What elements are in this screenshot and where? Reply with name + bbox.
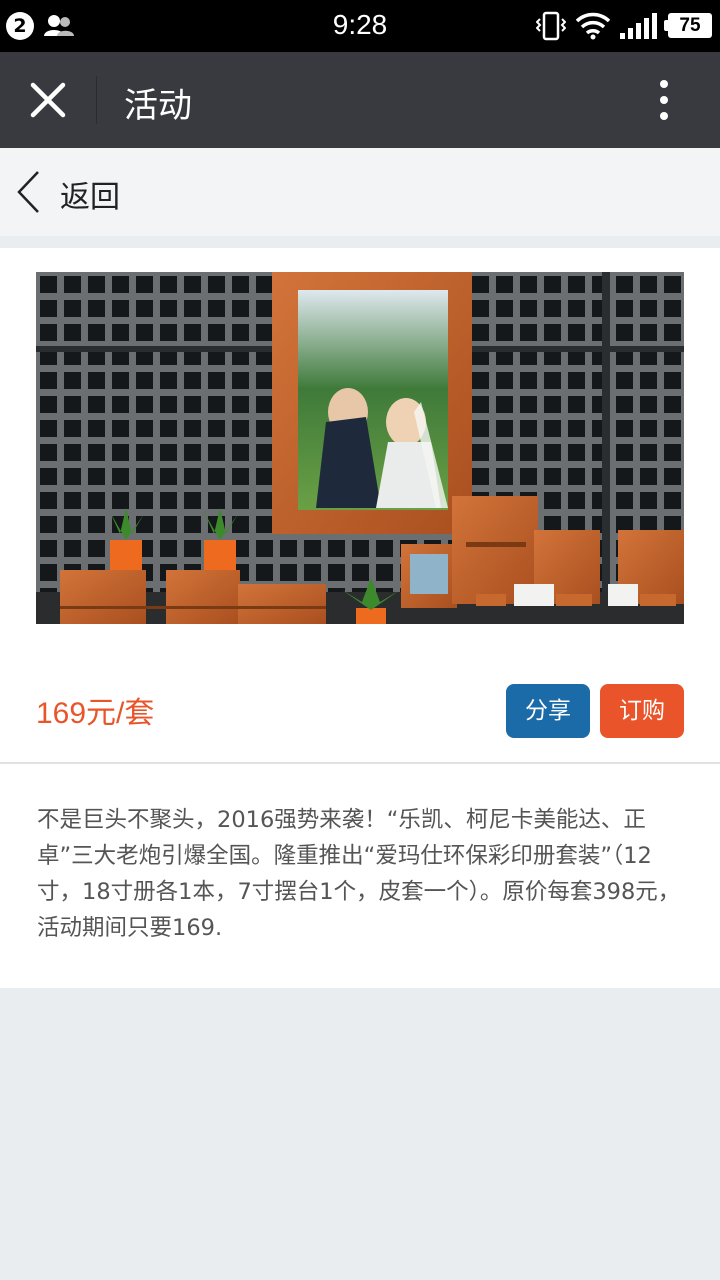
back-label: 返回 xyxy=(60,180,120,215)
clock: 9:28 xyxy=(332,9,388,40)
chevron-left-icon xyxy=(17,171,39,213)
divider xyxy=(0,762,720,764)
signal-icon xyxy=(620,13,657,39)
share-button[interactable]: 分享 xyxy=(506,684,590,738)
order-button[interactable]: 订购 xyxy=(600,684,684,738)
title-bar: 活动 xyxy=(0,52,720,148)
price-label: 169元/套 xyxy=(36,697,155,730)
back-button[interactable]: 返回 xyxy=(14,168,154,218)
product-image xyxy=(36,272,684,624)
product-card: 169元/套 分享 订购 不是巨头不聚头，2016强势来袭！“乐凯、柯尼卡美能达… xyxy=(0,248,720,988)
battery-icon: 75 xyxy=(664,13,712,38)
wifi-icon xyxy=(576,12,610,40)
title-divider xyxy=(96,76,97,124)
page-title: 活动 xyxy=(124,86,192,126)
close-icon[interactable] xyxy=(20,72,76,128)
product-description: 不是巨头不聚头，2016强势来袭！“乐凯、柯尼卡美能达、正卓”三大老炮引爆全国。… xyxy=(37,807,681,941)
back-bar: 返回 xyxy=(0,148,720,236)
status-bar: 2 9:28 75 xyxy=(0,0,720,52)
more-icon[interactable] xyxy=(644,76,684,124)
vibrate-icon xyxy=(536,11,566,41)
